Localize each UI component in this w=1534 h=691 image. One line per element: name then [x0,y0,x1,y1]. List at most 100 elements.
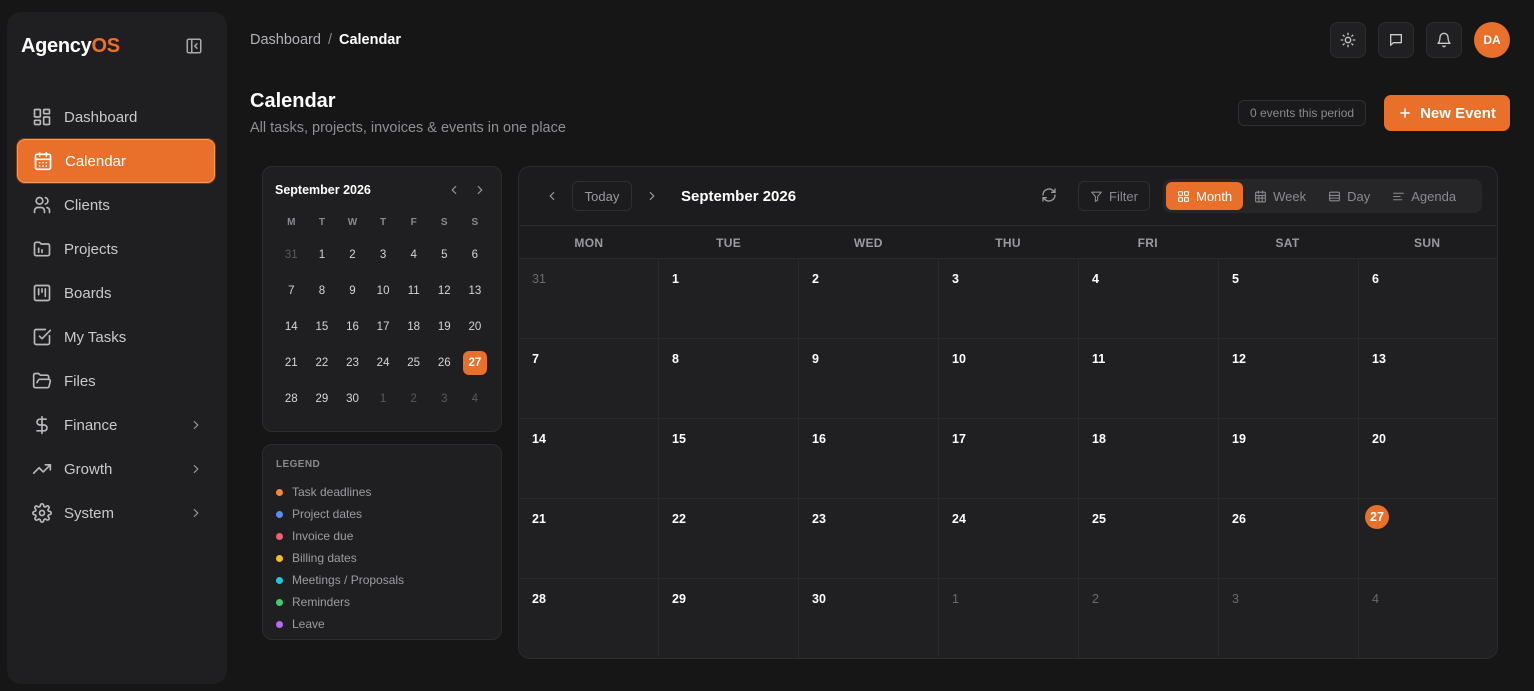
day-cell[interactable]: 4 [1079,258,1219,338]
day-cell[interactable]: 26 [1219,498,1359,578]
mini-next-month-icon[interactable] [473,183,487,197]
day-cell[interactable]: 24 [939,498,1079,578]
day-cell[interactable]: 30 [799,578,939,658]
notifications-button[interactable] [1426,22,1462,58]
day-cell[interactable]: 17 [939,418,1079,498]
day-cell[interactable]: 5 [1219,258,1359,338]
mini-day[interactable]: 31 [276,243,307,267]
mini-day[interactable]: 17 [368,315,399,339]
mini-day[interactable]: 12 [429,279,460,303]
day-cell[interactable]: 12 [1219,338,1359,418]
mini-day[interactable]: 10 [368,279,399,303]
mini-day-today[interactable]: 27 [462,351,487,375]
day-cell[interactable]: 4 [1359,578,1497,658]
sidebar-item-finance[interactable]: Finance [17,403,215,447]
day-cell[interactable]: 25 [1079,498,1219,578]
day-cell[interactable]: 1 [659,258,799,338]
sidebar-item-my-tasks[interactable]: My Tasks [17,315,215,359]
day-cell[interactable]: 23 [799,498,939,578]
sidebar-item-projects[interactable]: Projects [17,227,215,271]
day-cell[interactable]: 14 [519,418,659,498]
sidebar-item-dashboard[interactable]: Dashboard [17,95,215,139]
day-cell[interactable]: 22 [659,498,799,578]
day-cell[interactable]: 8 [659,338,799,418]
mini-day[interactable]: 15 [307,315,338,339]
sidebar-item-calendar[interactable]: Calendar [17,139,215,183]
mini-day[interactable]: 26 [429,351,460,375]
app-logo[interactable]: AgencyOS [21,35,120,58]
mini-day[interactable]: 4 [398,243,429,267]
mini-day[interactable]: 13 [460,279,491,303]
mini-day[interactable]: 19 [429,315,460,339]
messages-button[interactable] [1378,22,1414,58]
mini-day[interactable]: 4 [460,387,491,411]
mini-day[interactable]: 28 [276,387,307,411]
day-cell[interactable]: 10 [939,338,1079,418]
day-cell[interactable]: 9 [799,338,939,418]
day-cell[interactable]: 2 [1079,578,1219,658]
mini-prev-month-icon[interactable] [447,183,461,197]
day-cell[interactable]: 1 [939,578,1079,658]
mini-day[interactable]: 22 [307,351,338,375]
day-cell[interactable]: 15 [659,418,799,498]
sidebar-collapse-icon[interactable] [185,37,203,55]
view-tab-week[interactable]: Week [1243,182,1317,210]
mini-day[interactable]: 23 [337,351,368,375]
today-button[interactable]: Today [572,181,632,211]
day-cell-today[interactable]: 27 [1359,498,1497,578]
day-cell[interactable]: 28 [519,578,659,658]
sidebar-item-boards[interactable]: Boards [17,271,215,315]
mini-day[interactable]: 2 [337,243,368,267]
day-cell[interactable]: 31 [519,258,659,338]
mini-day[interactable]: 21 [276,351,307,375]
day-cell[interactable]: 6 [1359,258,1497,338]
new-event-button[interactable]: New Event [1384,95,1510,131]
view-tab-month[interactable]: Month [1166,182,1244,210]
mini-day[interactable]: 5 [429,243,460,267]
mini-day[interactable]: 3 [429,387,460,411]
day-cell[interactable]: 7 [519,338,659,418]
mini-day[interactable]: 30 [337,387,368,411]
theme-toggle-button[interactable] [1330,22,1366,58]
filter-button[interactable]: Filter [1078,181,1150,211]
refresh-icon[interactable] [1041,187,1059,205]
mini-day[interactable]: 25 [398,351,429,375]
mini-day[interactable]: 16 [337,315,368,339]
day-cell[interactable]: 2 [799,258,939,338]
sidebar-item-clients[interactable]: Clients [17,183,215,227]
folder-open-icon [32,371,52,391]
sidebar-item-files[interactable]: Files [17,359,215,403]
user-avatar[interactable]: DA [1474,22,1510,58]
mini-day[interactable]: 2 [398,387,429,411]
mini-day[interactable]: 1 [368,387,399,411]
mini-day[interactable]: 20 [460,315,491,339]
prev-month-icon[interactable] [545,189,559,203]
view-tab-day[interactable]: Day [1317,182,1381,210]
mini-day[interactable]: 11 [398,279,429,303]
day-cell[interactable]: 19 [1219,418,1359,498]
mini-day[interactable]: 7 [276,279,307,303]
day-cell[interactable]: 11 [1079,338,1219,418]
day-cell[interactable]: 3 [939,258,1079,338]
mini-day[interactable]: 1 [307,243,338,267]
day-cell[interactable]: 18 [1079,418,1219,498]
sidebar-item-growth[interactable]: Growth [17,447,215,491]
mini-day[interactable]: 9 [337,279,368,303]
mini-day[interactable]: 6 [460,243,491,267]
day-cell[interactable]: 3 [1219,578,1359,658]
view-tab-agenda[interactable]: Agenda [1381,182,1467,210]
mini-day[interactable]: 14 [276,315,307,339]
mini-day[interactable]: 24 [368,351,399,375]
day-cell[interactable]: 13 [1359,338,1497,418]
day-cell[interactable]: 29 [659,578,799,658]
day-cell[interactable]: 16 [799,418,939,498]
mini-day[interactable]: 18 [398,315,429,339]
day-cell[interactable]: 21 [519,498,659,578]
mini-day[interactable]: 29 [307,387,338,411]
next-month-icon[interactable] [645,189,659,203]
breadcrumb-parent[interactable]: Dashboard [250,32,321,48]
mini-day[interactable]: 3 [368,243,399,267]
day-cell[interactable]: 20 [1359,418,1497,498]
mini-day[interactable]: 8 [307,279,338,303]
sidebar-item-system[interactable]: System [17,491,215,535]
